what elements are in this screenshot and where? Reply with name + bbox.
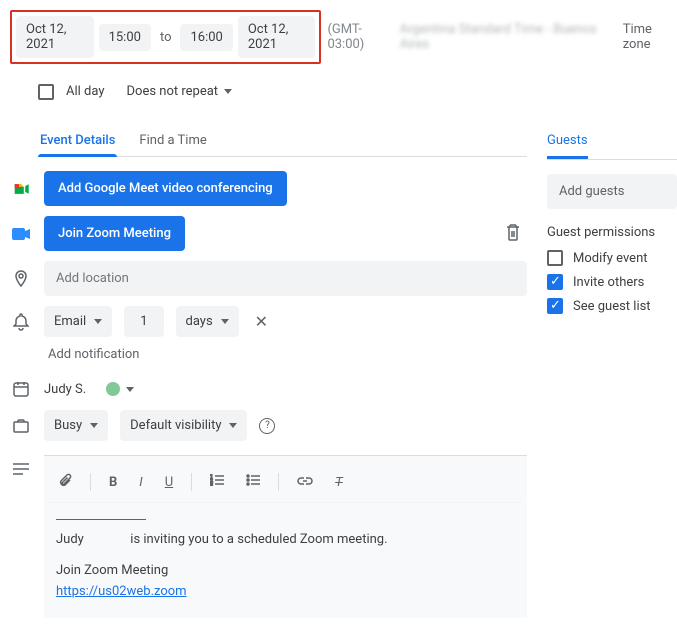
add-guests-input[interactable]: Add guests [547, 174, 677, 209]
timezone-name: Argentina Standard Time - Buenos Aires [400, 22, 607, 52]
chevron-down-icon [221, 319, 229, 324]
location-input[interactable] [44, 261, 527, 296]
desc-text-1: is inviting you to a scheduled Zoom meet… [130, 532, 387, 547]
color-dot [106, 382, 120, 396]
see-guest-list-label: See guest list [573, 299, 651, 314]
allday-checkbox[interactable] [38, 84, 54, 100]
numbered-list-icon[interactable]: 123 [206, 470, 228, 494]
owner-color-dropdown[interactable] [98, 378, 142, 400]
start-time[interactable]: 15:00 [99, 24, 151, 51]
add-notification-link[interactable]: Add notification [48, 347, 527, 362]
chevron-down-icon [90, 423, 98, 428]
to-label: to [156, 30, 176, 45]
join-zoom-button[interactable]: Join Zoom Meeting [44, 216, 185, 251]
desc-inviter: Judy [56, 532, 84, 547]
timezone-link[interactable]: Time zone [623, 22, 677, 52]
invite-others-checkbox[interactable] [547, 274, 563, 290]
tab-event-details[interactable]: Event Details [38, 125, 117, 156]
datetime-picker: Oct 12, 2021 15:00 to 16:00 Oct 12, 2021 [10, 10, 321, 64]
modify-event-label: Modify event [573, 251, 648, 266]
description-icon [10, 455, 32, 475]
notification-icon [10, 313, 32, 331]
end-time[interactable]: 16:00 [180, 24, 232, 51]
tab-find-a-time[interactable]: Find a Time [137, 125, 208, 156]
help-icon[interactable]: ? [259, 418, 275, 434]
end-date[interactable]: Oct 12, 2021 [238, 16, 316, 58]
svg-text:3: 3 [210, 482, 213, 486]
location-icon [10, 270, 32, 288]
bold-icon[interactable]: B [105, 471, 121, 494]
zoom-link[interactable]: https://us02web.zoom [56, 584, 187, 599]
visibility-dropdown[interactable]: Default visibility [120, 410, 247, 441]
underline-icon[interactable]: U [161, 471, 177, 494]
chevron-down-icon [94, 319, 102, 324]
permissions-title: Guest permissions [547, 225, 677, 240]
see-guest-list-checkbox[interactable] [547, 298, 563, 314]
modify-event-checkbox[interactable] [547, 250, 563, 266]
gmt-label: (GMT-03:00) [327, 22, 391, 52]
bullet-list-icon[interactable] [242, 470, 264, 494]
notif-number[interactable]: 1 [124, 306, 163, 337]
add-meet-button[interactable]: Add Google Meet video conferencing [44, 171, 287, 206]
remove-notification-icon[interactable]: ✕ [251, 308, 272, 335]
editor-toolbar: B I U 123 T [50, 462, 521, 503]
allday-label: All day [66, 84, 105, 99]
desc-text-2: Join Zoom Meeting [56, 561, 515, 582]
chevron-down-icon [126, 387, 134, 392]
meet-icon [10, 182, 32, 196]
attach-icon[interactable] [54, 468, 76, 496]
chevron-down-icon [229, 423, 237, 428]
briefcase-icon [10, 419, 32, 433]
link-icon[interactable] [293, 471, 317, 494]
notif-type-dropdown[interactable]: Email [44, 306, 112, 337]
guests-title: Guests [547, 125, 588, 159]
invite-others-label: Invite others [573, 275, 644, 290]
repeat-dropdown[interactable]: Does not repeat [117, 78, 243, 105]
start-date[interactable]: Oct 12, 2021 [16, 16, 94, 58]
zoom-icon [10, 228, 32, 240]
owner-name: Judy S. [44, 382, 86, 397]
calendar-owner-icon [10, 381, 32, 397]
availability-dropdown[interactable]: Busy [44, 410, 108, 441]
chevron-down-icon [224, 89, 232, 94]
tabs: Event Details Find a Time [38, 125, 527, 157]
clear-format-icon[interactable]: T [331, 471, 347, 494]
delete-conferencing-icon[interactable] [499, 217, 527, 251]
notif-unit-dropdown[interactable]: days [176, 306, 239, 337]
description-content[interactable]: Judy is inviting you to a scheduled Zoom… [50, 503, 521, 612]
italic-icon[interactable]: I [135, 471, 146, 494]
divider [56, 519, 146, 520]
